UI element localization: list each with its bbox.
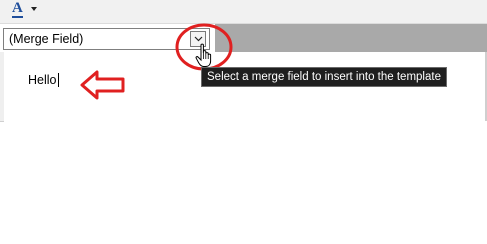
merge-field-selected-value: (Merge Field) <box>9 32 84 46</box>
merge-field-select[interactable]: (Merge Field) <box>3 28 210 50</box>
font-color-button[interactable]: A <box>12 0 42 18</box>
text-caret <box>57 73 59 87</box>
formatting-toolbar <box>0 0 487 23</box>
editor-text: Hello <box>28 73 57 87</box>
font-color-icon: A <box>12 0 23 18</box>
editor-bottom-border <box>0 121 4 122</box>
tooltip-text: Select a merge field to insert into the … <box>207 71 441 83</box>
editor-left-border <box>0 52 4 121</box>
merge-toolbar-background <box>215 24 487 52</box>
merge-field-tooltip: Select a merge field to insert into the … <box>201 67 447 87</box>
chevron-down-icon <box>30 7 37 11</box>
editor-content[interactable]: Hello <box>28 73 59 87</box>
hand-cursor-icon <box>195 43 212 67</box>
chevron-down-icon <box>194 36 202 42</box>
